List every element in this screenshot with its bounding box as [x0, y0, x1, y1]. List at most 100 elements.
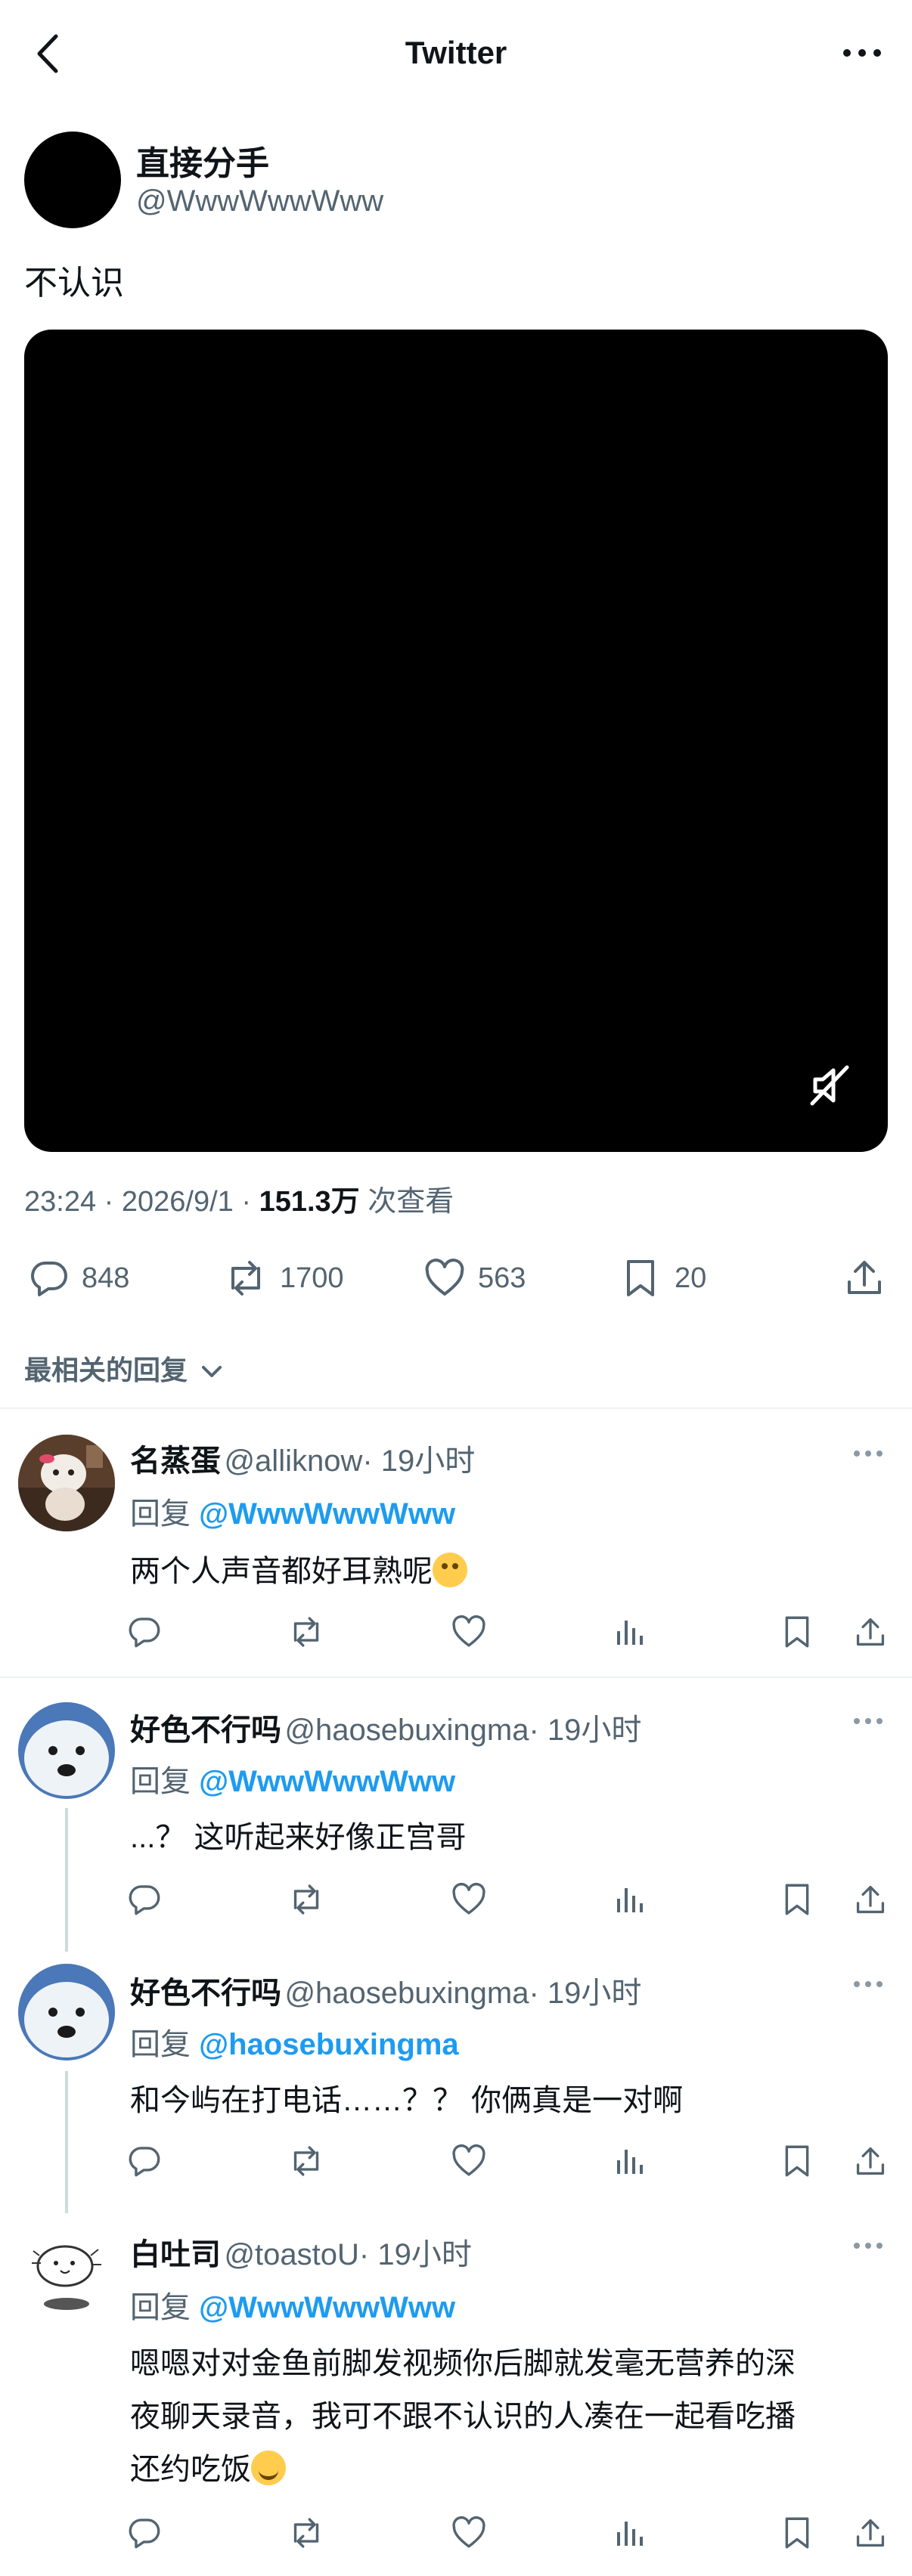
- share-icon[interactable]: [853, 1615, 888, 1649]
- reply-action-bar: [0, 1882, 912, 1920]
- sort-label: 最相关的回复: [24, 1355, 188, 1386]
- replying-to-label: 回复: [130, 1765, 191, 1798]
- reply-author-name[interactable]: 好色不行吗: [130, 1714, 281, 1747]
- bookmark-icon[interactable]: [782, 1882, 812, 1917]
- reply-text: 两个人声音都好耳熟呢: [130, 1545, 467, 1598]
- retweet-icon[interactable]: [287, 1882, 325, 1917]
- post-text: 不认识: [24, 265, 124, 302]
- mute-icon[interactable]: [805, 1061, 853, 1110]
- views-count: 151.3万: [259, 1186, 360, 1218]
- reply-author-name[interactable]: 名蒸蛋: [130, 1444, 221, 1478]
- reply-avatar[interactable]: [18, 1702, 115, 1799]
- reply-avatar[interactable]: [18, 1435, 115, 1531]
- share-icon[interactable]: [844, 1256, 885, 1299]
- views-icon[interactable]: [614, 1615, 646, 1649]
- replying-to-handle[interactable]: @WwwWwwWww: [199, 1765, 455, 1798]
- reply-header: 名蒸蛋 @alliknow· 19小时: [130, 1436, 475, 1480]
- reply-time: · 19小时: [362, 1444, 476, 1478]
- replying-to-label: 回复: [130, 2291, 191, 2324]
- views-icon[interactable]: [614, 2144, 646, 2178]
- author-name[interactable]: 直接分手: [136, 136, 269, 184]
- replying-to-handle[interactable]: @WwwWwwWww: [199, 1497, 455, 1531]
- replying-to: 回复 @WwwWwwWww: [130, 1489, 455, 1533]
- retweet-icon[interactable]: [287, 1615, 325, 1649]
- share-icon[interactable]: [853, 2516, 888, 2550]
- like-icon[interactable]: [451, 2516, 487, 2550]
- replying-to-label: 回复: [130, 1497, 191, 1531]
- reply-author-handle[interactable]: @toastoU: [224, 2238, 358, 2271]
- reply-icon[interactable]: [127, 1615, 162, 1649]
- reply-time: · 19小时: [529, 1977, 642, 2010]
- replying-to: 回复 @haosebuxingma: [130, 2020, 459, 2064]
- like-count: 563: [478, 1262, 526, 1294]
- replying-to-handle[interactable]: @haosebuxingma: [199, 2028, 459, 2061]
- views-icon[interactable]: [614, 1882, 646, 1917]
- nav-title: Twitter: [405, 35, 507, 70]
- reply-action-bar: [0, 1615, 912, 1652]
- reply-text: 和今屿在打电话……？？ 你俩真是一对啊: [130, 2084, 684, 2117]
- reply-header: 好色不行吗 @haosebuxingma· 19小时: [130, 1968, 641, 2012]
- reply-author-handle[interactable]: @haosebuxingma: [284, 1977, 529, 2010]
- reply-header: 白吐司 @toastoU· 19小时: [130, 2230, 472, 2274]
- views-icon[interactable]: [614, 2516, 646, 2550]
- author-handle[interactable]: @WwwWwwWww: [136, 184, 383, 218]
- reply-text: 嗯嗯对对金鱼前脚发视频你后脚就发毫无营养的深 夜聊天录音，我可不跟不认识的人凑在…: [130, 2337, 894, 2496]
- bookmark-icon[interactable]: [782, 1615, 812, 1649]
- bookmark-count: 20: [675, 1262, 707, 1294]
- reply-more-icon[interactable]: [853, 1450, 883, 1457]
- video-player[interactable]: [24, 330, 888, 1152]
- views-label: 次查看: [368, 1186, 454, 1218]
- reply-author-handle[interactable]: @haosebuxingma: [284, 1714, 529, 1747]
- bookmark-icon[interactable]: [623, 1258, 658, 1299]
- reply-text-line: 嗯嗯对对金鱼前脚发视频你后脚就发毫无营养的深: [130, 2347, 796, 2380]
- reply-avatar[interactable]: [18, 2225, 115, 2322]
- reply-action-bar: [0, 2516, 912, 2553]
- reply-text-line: 还约吃饭: [130, 2453, 251, 2486]
- thread-line: [65, 2071, 68, 2213]
- retweet-icon[interactable]: [287, 2144, 325, 2178]
- bookmark-icon[interactable]: [782, 2144, 812, 2178]
- like-icon[interactable]: [423, 1258, 466, 1299]
- bookmark-icon[interactable]: [782, 2516, 812, 2550]
- replying-to: 回复 @WwwWwwWww: [130, 2283, 455, 2327]
- replying-to: 回复 @WwwWwwWww: [130, 1757, 455, 1800]
- reply-count: 848: [82, 1262, 130, 1294]
- reply-text-line-last: 还约吃饭: [130, 2443, 894, 2496]
- reply-text-line: 夜聊天录音，我可不跟不认识的人凑在一起看吃播: [130, 2400, 796, 2433]
- reply-icon[interactable]: [127, 2144, 162, 2178]
- reply-action-bar: [0, 2144, 912, 2181]
- more-options-icon[interactable]: [841, 45, 883, 60]
- author-avatar[interactable]: [24, 132, 121, 228]
- reply-more-icon[interactable]: [853, 2242, 883, 2249]
- reply-icon[interactable]: [127, 1882, 162, 1917]
- reply-author-name[interactable]: 好色不行吗: [130, 1977, 281, 2010]
- share-icon[interactable]: [853, 2144, 888, 2178]
- post-meta: 23:24 · 2026/9/1 · 151.3万 次查看: [24, 1178, 454, 1219]
- chevron-down-icon: [200, 1363, 224, 1381]
- thinking-emoji-icon: [433, 1553, 467, 1587]
- retweet-icon[interactable]: [224, 1258, 268, 1299]
- reply-author-handle[interactable]: @alliknow: [224, 1444, 362, 1478]
- reply-header: 好色不行吗 @haosebuxingma· 19小时: [130, 1705, 641, 1749]
- reply-more-icon[interactable]: [853, 1980, 883, 1988]
- sort-selector[interactable]: 最相关的回复: [24, 1348, 224, 1388]
- like-icon[interactable]: [451, 1882, 487, 1917]
- reply-author-name[interactable]: 白吐司: [130, 2238, 221, 2271]
- thread-line: [65, 1808, 68, 1952]
- hugging-face-emoji-icon: [251, 2451, 286, 2485]
- reply-avatar[interactable]: [18, 1964, 115, 2060]
- retweet-count: 1700: [280, 1262, 344, 1294]
- like-icon[interactable]: [451, 2144, 487, 2178]
- like-icon[interactable]: [451, 1615, 487, 1649]
- retweet-icon[interactable]: [287, 2516, 325, 2550]
- reply-text-content: 两个人声音都好耳熟呢: [130, 1555, 433, 1588]
- replying-to-handle[interactable]: @WwwWwwWww: [199, 2291, 455, 2324]
- divider: [0, 1407, 912, 1409]
- reply-text: ...？ 这听起来好像正宫哥: [130, 1821, 467, 1854]
- share-icon[interactable]: [853, 1882, 888, 1917]
- replying-to-label: 回复: [130, 2028, 191, 2061]
- reply-more-icon[interactable]: [853, 1717, 883, 1725]
- reply-icon[interactable]: [29, 1258, 70, 1299]
- reply-icon[interactable]: [127, 2516, 162, 2550]
- reply-time: · 19小时: [529, 1714, 642, 1747]
